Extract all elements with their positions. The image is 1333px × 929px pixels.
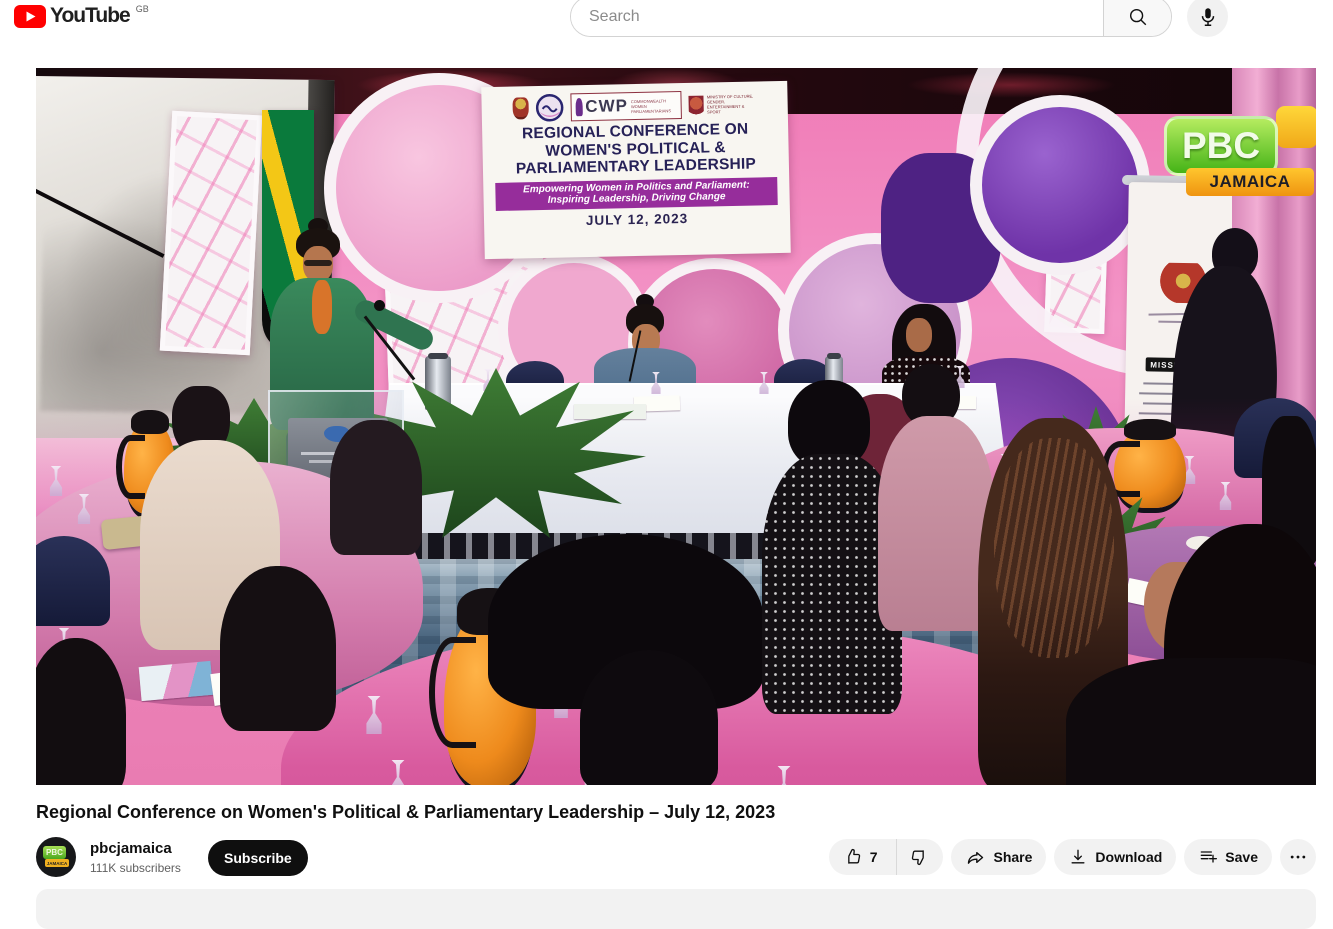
like-dislike-pill: 7 (829, 839, 944, 875)
channel-name[interactable]: pbcjamaica (90, 840, 172, 857)
like-button[interactable]: 7 (829, 839, 890, 875)
cwp-logo: CWP COMMONWEALTH WOMEN PARLIAMENTARIANS (570, 91, 682, 121)
search-bar (570, 0, 1172, 37)
pbc-logo-jamaica: JAMAICA (1186, 168, 1314, 196)
ministry-logo: MINISTRY OF CULTURE, GENDER, ENTERTAINME… (689, 93, 757, 114)
youtube-logo-icon (14, 5, 46, 28)
search-icon (1127, 6, 1149, 28)
speaker-glasses (304, 260, 332, 266)
download-label: Download (1095, 849, 1162, 865)
pbc-logo-text: PBC (1164, 116, 1278, 176)
video-player[interactable]: CWP COMMONWEALTH WOMEN PARLIAMENTARIANS … (36, 68, 1316, 785)
channel-avatar[interactable]: PBC JAMAICA (36, 837, 76, 877)
notebook (139, 661, 214, 701)
audience-woman-corner-body (1066, 658, 1316, 785)
banner-date: JULY 12, 2023 (484, 208, 790, 229)
avatar-jamaica-label: JAMAICA (45, 859, 69, 867)
conference-banner: CWP COMMONWEALTH WOMEN PARLIAMENTARIANS … (481, 81, 791, 259)
banner-tagline: Empowering Women in Politics and Parliam… (495, 177, 778, 211)
youtube-header: YouTube GB (0, 0, 1333, 68)
more-dots-icon (1288, 847, 1308, 867)
share-icon (965, 847, 986, 868)
mic-icon (1197, 6, 1219, 28)
description-box[interactable] (36, 889, 1316, 929)
audience-head (220, 566, 336, 731)
youtube-wordmark: YouTube (50, 4, 130, 28)
subscribe-button[interactable]: Subscribe (208, 840, 308, 876)
share-button[interactable]: Share (951, 839, 1046, 875)
channel-subscribers: 111K subscribers (90, 861, 181, 875)
wave-circle-logo (535, 94, 564, 123)
audience-figure (330, 420, 422, 555)
save-playlist-icon (1198, 847, 1218, 867)
download-button[interactable]: Download (1054, 839, 1176, 875)
coat-of-arms-logo (512, 97, 528, 119)
video-title: Regional Conference on Women's Political… (36, 802, 1316, 823)
podium-mic-head (374, 300, 385, 311)
cwp-full-name: COMMONWEALTH WOMEN PARLIAMENTARIANS (631, 98, 677, 114)
save-button[interactable]: Save (1184, 839, 1272, 875)
cwp-glyph (575, 98, 582, 116)
audience-woman-pink (878, 416, 994, 631)
cutout-panel (160, 111, 262, 355)
pbc-watermark: PBC JAMAICA (1156, 106, 1316, 201)
action-bar: 7 Share Download Save (829, 839, 1316, 875)
thumbs-up-icon (843, 847, 863, 867)
search-input[interactable] (571, 0, 1103, 36)
more-options-button[interactable] (1280, 839, 1316, 875)
stage-circle-violet (970, 95, 1150, 275)
save-label: Save (1225, 849, 1258, 865)
thumbs-down-icon (909, 847, 929, 867)
banquet-chair-back (580, 650, 718, 785)
coffee-kettle (1114, 428, 1186, 508)
search-button[interactable] (1103, 0, 1171, 36)
avatar-pbc-label: PBC (43, 846, 66, 859)
share-label: Share (993, 849, 1032, 865)
panelist-right-face (906, 318, 932, 352)
pbc-logo-square (1276, 106, 1316, 148)
speaker-scarf (312, 280, 332, 334)
download-icon (1068, 847, 1088, 867)
dislike-button[interactable] (896, 839, 943, 875)
youtube-logo[interactable]: YouTube GB (14, 4, 147, 28)
mic-button[interactable] (1187, 0, 1228, 37)
like-count: 7 (870, 849, 878, 865)
cwp-acronym: CWP (585, 96, 628, 117)
longhair-strands (994, 438, 1114, 658)
country-code-badge: GB (136, 4, 149, 14)
ministry-glyph (689, 95, 704, 114)
ministry-name: MINISTRY OF CULTURE, GENDER, ENTERTAINME… (707, 93, 757, 114)
